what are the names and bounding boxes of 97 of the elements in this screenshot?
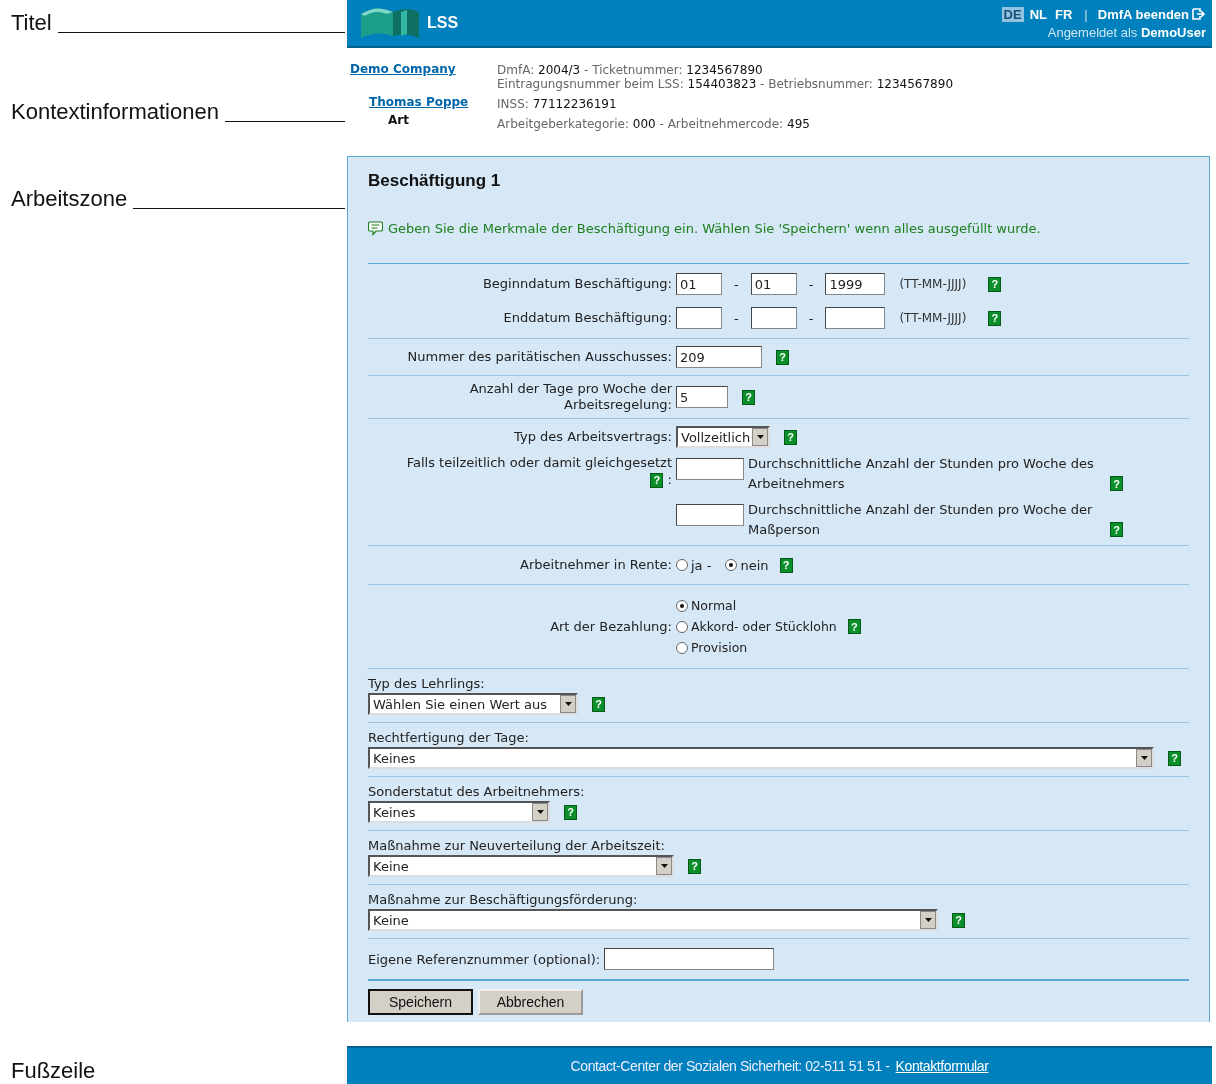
separator-text: - (808, 276, 814, 292)
field-label: Arbeitnehmer in Rente: (519, 557, 672, 573)
help-button[interactable]: ? (779, 557, 793, 573)
dropdown[interactable]: Wählen Sie einen Wert aus (368, 693, 578, 715)
radio-button[interactable] (676, 599, 688, 612)
login-text: Angemeldet als DemoUser (1047, 24, 1206, 40)
language-link[interactable]: NL (1027, 6, 1049, 22)
annotation-label: Kontextinformationen (11, 99, 219, 125)
form-title: Beschäftigung 1 (368, 171, 502, 191)
help-button[interactable]: ? (988, 310, 1002, 326)
logo-text: LSS (427, 14, 459, 32)
language-link[interactable]: DE (1001, 6, 1024, 22)
hint-text: Geben Sie die Merkmale der Beschäftigung ein. Wählen Sie 'Speichern' wenn alles ausgefüllt wurde. (388, 221, 1041, 236)
text-field[interactable] (676, 458, 744, 480)
help-button[interactable]: ? (784, 429, 798, 445)
annotation-label: Fußzeile (11, 1058, 96, 1084)
text-field[interactable]: 5 (676, 386, 728, 408)
field-label: Maßnahme zur Neuverteilung der Arbeitszeit: (368, 838, 666, 853)
field-label: Nummer des paritätischen Ausschusses: (406, 349, 672, 365)
field-label: Falls teilzeitlich oder damit gleichgesetzt (406, 455, 672, 470)
format-hint: (TT-MM-JJJJ) (899, 277, 967, 291)
field-label: Enddatum Beschäftigung: (502, 310, 672, 326)
field-label: Rechtfertigung der Tage: (368, 730, 530, 745)
help-button[interactable]: ? (952, 912, 965, 928)
field-label: Typ des Arbeitsvertrags: (513, 429, 672, 445)
caret-icon (924, 918, 932, 922)
caret-icon (536, 810, 544, 814)
colon-text: : (666, 472, 672, 487)
radio-label: ja - (691, 557, 712, 573)
help-button[interactable]: ? (564, 804, 577, 820)
help-button[interactable]: ? (1168, 750, 1181, 766)
dropdown[interactable]: Vollzeitlich (676, 426, 771, 448)
date-field[interactable]: 01 (750, 273, 797, 295)
context-info: Arbeitgeberkategorie: 000 - Arbeitnehmercode: 495 (497, 117, 811, 131)
field-label: Art der Bezahlung: (549, 618, 672, 635)
field-caption: Durchschnittliche Anzahl der Stunden pro Woche des Arbeitnehmers (748, 455, 1095, 493)
exit-icon (1192, 8, 1206, 20)
contact-link[interactable]: Kontaktformular (895, 1058, 989, 1074)
radio-button[interactable] (725, 559, 738, 571)
annotation-label: Titel (11, 10, 52, 36)
separator-text: - (808, 310, 814, 326)
field-label: Beginndatum Beschäftigung: (481, 276, 672, 292)
help-button[interactable]: ? (592, 696, 605, 712)
form-button[interactable]: Speichern (368, 989, 473, 1015)
date-field[interactable]: 1999 (825, 273, 886, 295)
help-button[interactable]: ? (688, 858, 701, 874)
text-field[interactable]: 209 (676, 346, 762, 368)
date-field[interactable] (825, 307, 886, 329)
context-info: Eintragungsnummer beim LSS: 154403823 - Betriebsnummer: 1234567890 (497, 77, 955, 91)
person-link[interactable]: Thomas Poppe (369, 95, 497, 109)
footer-text: Contact-Center der Sozialen Sicherheit: 02-511 51 51 - (570, 1058, 890, 1074)
radio-button[interactable] (676, 641, 688, 654)
caret-icon (660, 864, 668, 868)
separator-text: - (734, 310, 739, 326)
format-hint: (TT-MM-JJJJ) (899, 311, 967, 325)
dropdown[interactable]: Keine (368, 909, 938, 931)
date-field[interactable] (750, 307, 797, 329)
text-field[interactable] (676, 504, 744, 526)
radio-label: nein (740, 557, 769, 573)
radio-label: Normal (691, 598, 737, 613)
radio-button[interactable] (676, 559, 688, 571)
radio-button[interactable] (676, 620, 688, 633)
field-label: Typ des Lehrlings: (368, 676, 486, 691)
form-button[interactable]: Abbrechen (478, 989, 583, 1015)
field-caption: Durchschnittliche Anzahl der Stunden pro Woche der Maßperson (748, 501, 1094, 539)
dropdown[interactable]: Keines (368, 747, 1154, 769)
caret-icon (564, 702, 572, 706)
field-label: Anzahl der Tage pro Woche der Arbeitsregelung: (468, 381, 672, 413)
field-label: Sonderstatut des Arbeitnehmers: (368, 784, 586, 799)
type-label: Art (388, 113, 410, 127)
help-button[interactable]: ? (988, 276, 1002, 292)
help-button[interactable]: ? (650, 473, 664, 488)
help-button[interactable]: ? (776, 349, 789, 365)
date-field[interactable]: 01 (676, 273, 722, 295)
caret-icon (756, 435, 764, 439)
speech-bubble-icon (368, 221, 383, 236)
help-button[interactable]: ? (847, 619, 861, 634)
radio-label: Provision (691, 640, 748, 655)
language-link[interactable]: FR (1053, 6, 1075, 22)
dropdown[interactable]: Keine (368, 855, 674, 877)
separator-text: - (734, 276, 739, 292)
text-field[interactable] (604, 948, 775, 970)
separator-text: | (1084, 6, 1088, 22)
company-link[interactable]: Demo Company (350, 62, 497, 76)
annotation-label: Arbeitszone (11, 186, 128, 212)
context-info: DmfA: 2004/3 - Ticketnummer: 1234567890 (497, 63, 764, 77)
dropdown[interactable]: Keines (368, 801, 550, 823)
help-button[interactable]: ? (1110, 476, 1123, 491)
context-info: INSS: 77112236191 (497, 97, 618, 111)
date-field[interactable] (676, 307, 722, 329)
help-button[interactable]: ? (742, 389, 755, 405)
field-label: Maßnahme zur Beschäftigungsförderung: (368, 892, 639, 907)
caret-icon (1140, 756, 1148, 760)
exit-link[interactable]: DmfA beenden (1097, 6, 1206, 22)
field-label: Eigene Referenznummer (optional): (368, 951, 601, 967)
radio-label: Akkord- oder Stücklohn (691, 619, 837, 634)
help-button[interactable]: ? (1110, 522, 1123, 537)
